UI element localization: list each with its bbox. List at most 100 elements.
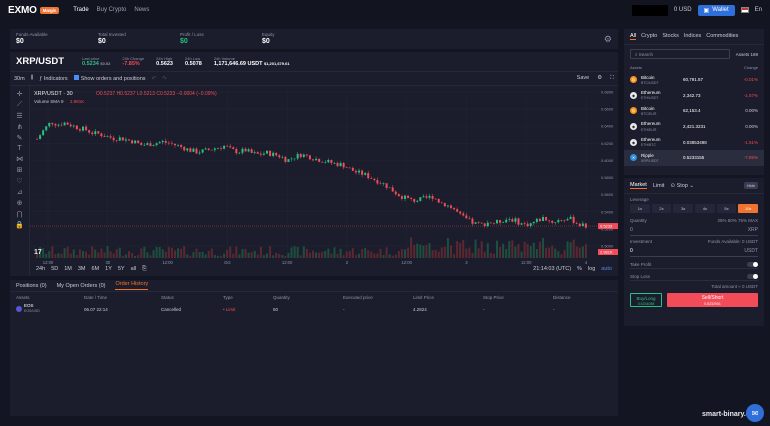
- language-select[interactable]: En: [755, 7, 762, 13]
- table-row[interactable]: EOS EOS/USD 06.07 22:14 Cancelled • Limit…: [10, 302, 618, 316]
- volume-bar: [256, 254, 259, 258]
- candle-type-icon[interactable]: ⫼: [31, 75, 34, 82]
- text-icon[interactable]: T: [17, 145, 21, 152]
- tab-open-orders[interactable]: My Open Orders (0): [57, 283, 106, 289]
- date-range-icon[interactable]: ⎘: [142, 266, 146, 273]
- leverage-1x[interactable]: 1x: [630, 204, 650, 213]
- pair-title[interactable]: XRP/USDT: [16, 56, 82, 67]
- leverage-4x[interactable]: 4x: [695, 204, 715, 213]
- candle: [508, 219, 511, 220]
- tf-1y[interactable]: 1Y: [105, 266, 112, 272]
- pitchfork-icon[interactable]: ⋔: [17, 123, 23, 131]
- investment-input[interactable]: 0 USDT: [630, 246, 758, 257]
- ruler-icon[interactable]: ⊿: [17, 188, 23, 196]
- volume-bar: [281, 255, 284, 258]
- list-item[interactable]: ✕ Ripple XRP/USDT 0.5233155 -7.85%: [624, 149, 764, 166]
- nav-trade[interactable]: Trade: [73, 7, 88, 13]
- tab-limit[interactable]: Limit: [653, 183, 665, 189]
- tf-5y[interactable]: 5Y: [118, 266, 125, 272]
- investment-header: Investment Funds Available: 0 USDT: [630, 239, 758, 244]
- percent-toggle[interactable]: %: [577, 266, 582, 272]
- candle: [308, 155, 311, 160]
- wallet-button[interactable]: ▣ Wallet: [697, 4, 735, 16]
- buy-long-button[interactable]: Buy/Long 0.5234088: [630, 293, 662, 307]
- indicators-button[interactable]: ƒ Indicators: [39, 76, 67, 82]
- tf-3m[interactable]: 3M: [78, 266, 86, 272]
- horizontal-lines-icon[interactable]: ☰: [16, 112, 22, 120]
- crosshair-icon[interactable]: ✛: [17, 90, 23, 98]
- show-orders-checkbox[interactable]: Show orders and positions: [73, 75, 146, 82]
- log-toggle[interactable]: log: [588, 266, 595, 272]
- chat-icon[interactable]: ✉: [746, 404, 764, 422]
- brush-icon[interactable]: ✎: [17, 134, 23, 142]
- candle: [489, 222, 492, 224]
- gear-icon[interactable]: ⚙: [604, 34, 612, 45]
- tf-5d[interactable]: 5D: [51, 266, 58, 272]
- candle: [247, 149, 250, 152]
- interval-select[interactable]: 30m: [14, 76, 25, 82]
- list-item[interactable]: ◆ Ethereum ETH/USDT 2,342.73 -1.57%: [624, 88, 764, 104]
- volume-bar: [195, 248, 198, 258]
- quantity-percents[interactable]: 25% 50% 75% MAX: [717, 218, 758, 223]
- pattern-icon[interactable]: ⋈: [16, 155, 23, 163]
- volume-bar: [51, 246, 54, 258]
- tab-order-history[interactable]: Order History: [115, 281, 149, 290]
- redo-icon[interactable]: ↷: [162, 76, 167, 82]
- candle: [78, 129, 81, 131]
- price-chart[interactable]: 0.6800 0.6600 0.6400 0.6200 0.6000 0.5800 0.56…: [30, 86, 618, 276]
- take-profit-toggle[interactable]: [747, 261, 758, 267]
- auto-toggle[interactable]: auto: [601, 266, 612, 272]
- list-item[interactable]: ◆ Ethereum ETH/EUR 2,421.3231 0.00%: [624, 119, 764, 135]
- balance[interactable]: 0 USD: [674, 7, 692, 13]
- quantity-input[interactable]: 0 XRP: [630, 225, 758, 236]
- tab-positions[interactable]: Positions (0): [16, 283, 47, 289]
- leverage-2x[interactable]: 2x: [651, 204, 672, 213]
- nav-news[interactable]: News: [134, 7, 149, 13]
- tf-1m[interactable]: 1M: [64, 266, 72, 272]
- trend-line-icon[interactable]: ⟋: [17, 101, 22, 109]
- leverage-10x[interactable]: 10x: [738, 204, 759, 213]
- tf-all[interactable]: all: [131, 266, 137, 272]
- candle: [164, 140, 167, 143]
- drawing-tools: ✛ ⟋ ☰ ⋔ ✎ T ⋈ ⊞ ♡ ⊿ ⊕ ⋂ 🔒: [10, 86, 30, 276]
- list-item[interactable]: ◆ Ethereum ETH/BTC 0.03853498 -1.51%: [624, 134, 764, 150]
- tab-stocks[interactable]: Stocks: [662, 33, 679, 40]
- candle: [262, 153, 265, 155]
- tab-crypto[interactable]: Crypto: [641, 33, 657, 40]
- tab-indices[interactable]: Indices: [684, 33, 701, 40]
- settings-icon[interactable]: ⚙: [597, 75, 602, 82]
- tab-commodities[interactable]: Commodities: [706, 33, 738, 40]
- zoom-icon[interactable]: ⊕: [17, 199, 23, 207]
- candle: [404, 195, 406, 199]
- leverage-3x[interactable]: 3x: [673, 204, 694, 213]
- heart-icon[interactable]: ♡: [16, 177, 22, 185]
- tab-stop[interactable]: ⊙ Stop ⌄: [670, 183, 694, 189]
- hide-button[interactable]: Hide: [743, 182, 758, 189]
- volume-bar: [183, 246, 186, 258]
- lock-icon[interactable]: 🔒: [15, 221, 24, 229]
- y-tick-label: 0.6800: [601, 90, 614, 95]
- save-button[interactable]: Save: [577, 75, 590, 82]
- stop-loss-toggle[interactable]: [747, 273, 758, 279]
- magnet-icon[interactable]: ⋂: [17, 210, 23, 218]
- fullscreen-icon[interactable]: ⛶: [610, 75, 614, 82]
- volume-bar: [545, 247, 548, 258]
- undo-icon[interactable]: ↶: [152, 76, 157, 82]
- nav-buy-crypto[interactable]: Buy Crypto: [97, 7, 127, 13]
- search-input[interactable]: ⌕ Search: [630, 49, 730, 59]
- candle: [66, 122, 69, 125]
- tab-all[interactable]: All: [630, 33, 637, 40]
- leverage-5x[interactable]: 5x: [716, 204, 737, 213]
- tf-6m[interactable]: 6M: [92, 266, 100, 272]
- account-redacted: [631, 4, 668, 16]
- fib-icon[interactable]: ⊞: [17, 166, 23, 174]
- candle: [266, 150, 268, 154]
- list-item[interactable]: ₿ Bitcoin BTC/EUR 62,153.4 0.00%: [624, 103, 764, 119]
- list-item[interactable]: ₿ Bitcoin BTC/USDT 60,791.57 -0.01%: [624, 72, 764, 88]
- asset-change: -7.85%: [743, 155, 758, 161]
- tab-market[interactable]: Market: [630, 182, 647, 189]
- candle: [468, 218, 471, 219]
- tf-24h[interactable]: 24h: [36, 266, 45, 272]
- sell-short-button[interactable]: Sell/Short 0.5232901: [667, 293, 758, 307]
- logo[interactable]: EXMO Margin: [8, 5, 60, 16]
